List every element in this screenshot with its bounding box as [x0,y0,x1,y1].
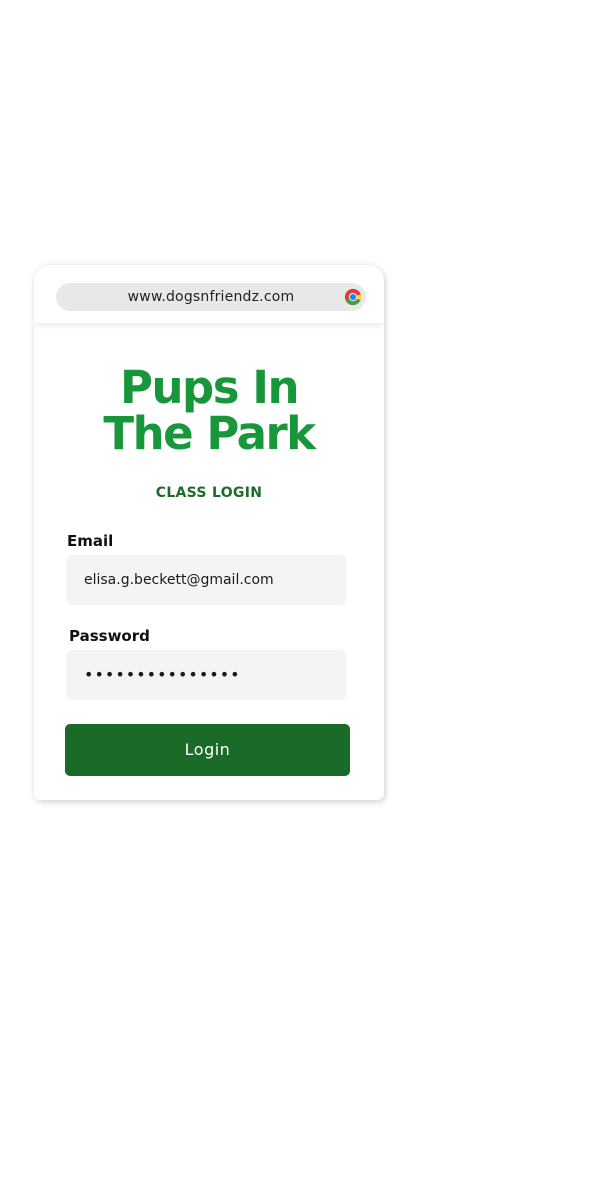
login-button[interactable]: Login [65,724,350,776]
browser-address-bar: www.dogsnfriendz.com [34,265,384,323]
browser-window: www.dogsnfriendz.com Pups In The Park CL… [34,265,384,800]
email-field[interactable]: elisa.g.beckett@gmail.com [66,555,346,605]
brand-title-line-2: The Park [103,407,316,460]
email-value: elisa.g.beckett@gmail.com [84,572,274,588]
brand-title-line-1: Pups In [120,361,299,414]
email-label: Email [67,532,114,550]
brand-title: Pups In The Park [34,365,384,457]
url-field[interactable]: www.dogsnfriendz.com [56,283,366,311]
login-heading: CLASS LOGIN [155,485,263,501]
password-label: Password [69,627,150,645]
password-field[interactable]: ••••••••••••••• [66,650,346,700]
chrome-icon [344,288,362,306]
url-text: www.dogsnfriendz.com [127,289,295,305]
password-value: ••••••••••••••• [84,665,241,684]
